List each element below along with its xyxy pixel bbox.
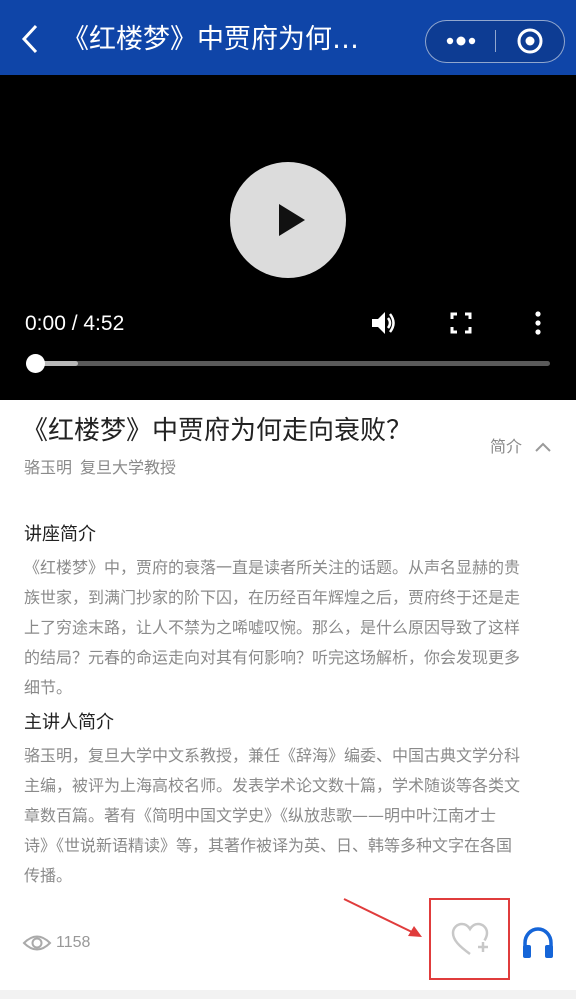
speaker-intro-text: 骆玉明，复旦大学中文系教授，兼任《辞海》编委、中国古典文学分科 主编，被评为上海… [24,741,556,891]
text-line: 诗》《世说新语精读》等，其著作被译为英、日、韩等多种文字在各国 [24,836,513,855]
text-line: 骆玉明，复旦大学中文系教授，兼任《辞海》编委、中国古典文学分科 [24,746,521,765]
bottom-divider [0,990,576,999]
intro-toggle-label: 简介 [490,437,523,456]
seek-bar[interactable] [26,354,550,373]
more-button[interactable] [426,21,495,61]
eye-icon [22,935,52,951]
target-close-icon [517,28,543,54]
intro-toggle[interactable]: 简介 [490,434,560,460]
chevron-up-icon [535,442,551,452]
play-icon [279,204,305,236]
text-line: 的结局？元春的命运走向对其有何影响？听完这场解析，你会发现更多 [24,648,521,667]
speaker-title: 复旦大学教授 [80,458,177,477]
text-line: 族世家，到满门抄家的阶下囚，在历经百年辉煌之后，贾府终于还是走 [24,588,521,607]
view-count: 1158 [56,934,91,951]
volume-button[interactable] [370,309,398,337]
text-line: 主编，被评为上海高校名师。发表学术论文数十篇，学术随谈等各类文 [24,776,521,795]
seek-handle[interactable] [26,354,45,373]
back-button[interactable] [14,22,46,56]
top-nav-bar: 《红楼梦》中贾府为何… [0,0,576,75]
heart-plus-icon [451,922,489,956]
text-line: 传播。 [24,866,73,885]
fullscreen-icon [450,312,472,334]
fullscreen-button[interactable] [448,309,474,337]
more-vertical-icon [535,311,541,335]
play-button[interactable] [230,162,346,278]
video-options-button[interactable] [528,309,548,337]
annotation-arrow [343,898,422,937]
volume-icon [372,312,395,334]
headphones-icon [523,927,553,958]
favorite-button[interactable] [449,920,491,960]
chevron-left-icon [21,24,38,54]
video-time: 0:00 / 4:52 [25,312,125,335]
text-line: 《红楼梦》中，贾府的衰落一直是读者所关注的话题。从声名显赫的贵 [24,558,521,577]
lecture-title: 《红楼梦》中贾府为何走向衰败？ [22,416,413,446]
text-line: 细节。 [24,678,73,697]
speaker-line: 骆玉明 复旦大学教授 [24,457,176,479]
speaker-intro-heading: 主讲人简介 [24,712,114,733]
more-dots-icon [446,36,476,46]
lecture-intro-heading: 讲座简介 [24,524,96,545]
page-title: 《红楼梦》中贾府为何… [62,24,359,55]
text-line: 章数百篇。著有《简明中国文学史》《纵放悲歌——明中叶江南才士 [24,806,497,825]
video-player[interactable]: 0:00 / 4:52 [0,75,576,400]
audio-mode-button[interactable] [520,926,556,960]
text-line: 上了穷途末路，让人不禁为之唏嘘叹惋。那么，是什么原因导致了这样 [24,618,521,637]
mini-program-capsule [425,20,565,63]
close-mini-program-button[interactable] [496,21,565,61]
lecture-intro-text: 《红楼梦》中，贾府的衰落一直是读者所关注的话题。从声名显赫的贵 族世家，到满门抄… [24,553,556,703]
speaker-name: 骆玉明 [24,458,73,477]
